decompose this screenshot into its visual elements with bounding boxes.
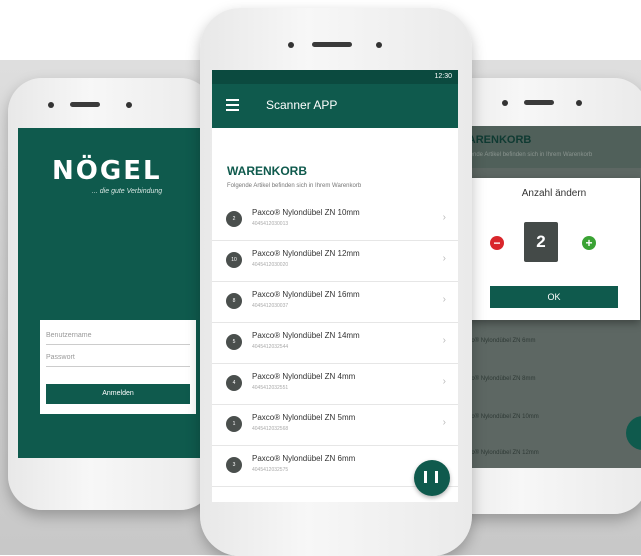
camera-dot — [48, 102, 54, 108]
item-code: 4045412032544 — [252, 344, 289, 350]
cart-header: WARENKORB Folgende Artikel befinden sich… — [454, 126, 641, 168]
item-code: 4045412030020 — [252, 262, 289, 268]
menu-icon[interactable] — [226, 99, 239, 111]
scan-fab[interactable] — [414, 460, 450, 496]
phone-cart: 12:30 Scanner APP WARENKORB Folgende Art… — [200, 8, 472, 556]
scan-fab[interactable] — [626, 416, 641, 450]
dialog-title: Anzahl ändern — [521, 188, 587, 199]
item-code: 4045412030037 — [252, 303, 289, 309]
list-item[interactable]: 2 Paxco® Nylondübel ZN 10mm 404541203001… — [212, 202, 458, 241]
cart-title: WARENKORB — [227, 164, 307, 178]
item-name: Paxco® Nylondübel ZN 5mm — [252, 413, 356, 422]
app-bar: Scanner APP — [212, 84, 458, 128]
item-name: Paxco® Nylondübel ZN 14mm — [252, 331, 360, 340]
cart-subtitle: Folgende Artikel befinden sich in Ihrem … — [458, 152, 593, 158]
quantity-badge: 8 — [226, 293, 242, 309]
quantity-badge: 1 — [226, 416, 242, 432]
item-code: 4045412030013 — [252, 221, 289, 227]
increase-button[interactable]: + — [582, 236, 596, 250]
sensor-dot — [126, 102, 132, 108]
list-item[interactable]: 10 Paxco® Nylondübel ZN 12mm 40454120300… — [212, 243, 458, 282]
item-code: 4045412032568 — [252, 426, 289, 432]
list-item[interactable]: 1 Paxco® Nylondübel ZN 5mm 4045412032568… — [212, 407, 458, 446]
quantity-screen: WARENKORB Folgende Artikel befinden sich… — [454, 126, 641, 468]
item-name: Paxco® Nylondübel ZN 10mm — [252, 208, 360, 217]
item-name: Paxco® Nylondübel ZN 4mm — [252, 372, 356, 381]
list-item[interactable]: 8 Paxco® Nylondübel ZN 16mm 404541203003… — [212, 284, 458, 323]
item-code: 4045412032575 — [252, 467, 289, 473]
chevron-right-icon: › — [442, 335, 446, 346]
status-bar: 12:30 — [212, 70, 458, 84]
item-name: Paxco® Nylondübel ZN 16mm — [252, 290, 360, 299]
quantity-dialog: Anzahl ändern − 2 + OK — [468, 178, 640, 320]
password-field[interactable]: Passwort — [46, 350, 190, 367]
item-name: Paxco® Nylondübel ZN 6mm — [252, 454, 356, 463]
quantity-badge: 2 — [226, 211, 242, 227]
decrease-button[interactable]: − — [490, 236, 504, 250]
chevron-right-icon: › — [442, 376, 446, 387]
username-field[interactable]: Benutzername — [46, 328, 190, 345]
ok-button[interactable]: OK — [490, 286, 618, 308]
speaker-grille — [70, 102, 100, 107]
item-code: 4045412032551 — [252, 385, 289, 391]
speaker-grille — [312, 42, 352, 47]
login-button[interactable]: Anmelden — [46, 384, 190, 404]
sensor-dot — [376, 42, 382, 48]
chevron-right-icon: › — [442, 212, 446, 223]
quantity-badge: 4 — [226, 375, 242, 391]
chevron-right-icon: › — [442, 417, 446, 428]
camera-dot — [288, 42, 294, 48]
quantity-badge: 5 — [226, 334, 242, 350]
list-item[interactable]: 4 Paxco® Nylondübel ZN 4mm 4045412032551… — [212, 366, 458, 405]
speaker-grille — [524, 100, 554, 105]
chevron-right-icon: › — [442, 253, 446, 264]
logo-tagline: ... die gute Verbindung — [92, 188, 163, 195]
cart-screen: 12:30 Scanner APP WARENKORB Folgende Art… — [212, 70, 458, 502]
quantity-value: 2 — [524, 222, 558, 262]
chevron-right-icon: › — [442, 294, 446, 305]
cart-subtitle: Folgende Artikel befinden sich in Ihrem … — [227, 183, 362, 189]
camera-dot — [502, 100, 508, 106]
sensor-dot — [576, 100, 582, 106]
quantity-badge: 3 — [226, 457, 242, 473]
login-form: Benutzername Passwort Anmelden — [40, 320, 196, 414]
app-title: Scanner APP — [266, 98, 338, 112]
status-time: 12:30 — [434, 73, 452, 80]
noegel-logo: NÖGEL — [52, 156, 162, 186]
quantity-badge: 10 — [226, 252, 242, 268]
phone-login: NÖGEL ... die gute Verbindung Benutzerna… — [8, 78, 214, 510]
list-item[interactable]: 5 Paxco® Nylondübel ZN 14mm 404541203254… — [212, 325, 458, 364]
item-name: Paxco® Nylondübel ZN 12mm — [252, 249, 360, 258]
login-screen: NÖGEL ... die gute Verbindung Benutzerna… — [18, 128, 206, 458]
